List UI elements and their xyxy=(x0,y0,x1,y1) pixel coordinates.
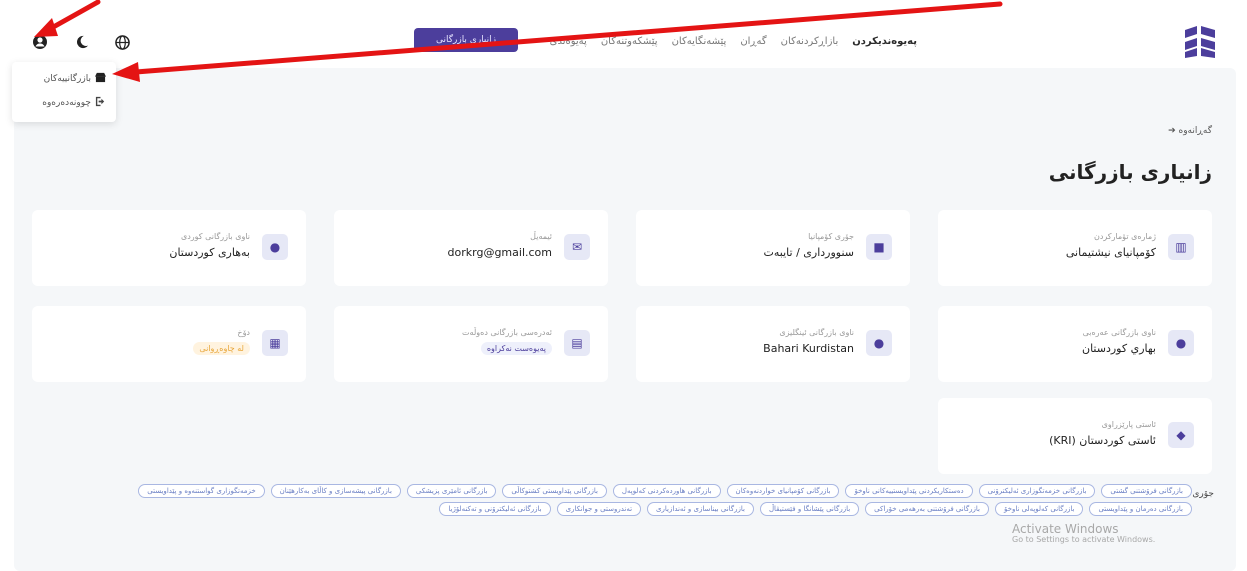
briefcase-icon: ■ xyxy=(866,234,892,260)
back-label[interactable]: گەڕانەوە xyxy=(1179,126,1213,136)
business-type-chip: بازرگانی فرۆشتنی گشتی xyxy=(1101,484,1192,498)
annotation-arrows xyxy=(34,0,1003,82)
business-type-chip: بازرگانی فرۆشتنی بەرهەمی خۆراکی xyxy=(865,502,989,516)
tag-icon: ● xyxy=(262,234,288,260)
business-type-chip: بازرگانی ئامێری پزیشکی xyxy=(406,484,497,498)
info-card-status: ▦ دۆخ لە چاوەڕوانی xyxy=(32,306,306,382)
card-value: dorkrg@gmail.com xyxy=(447,246,552,259)
info-card-english-name: ● ناوی بازرگانی ئینگلیزی Bahari Kurdista… xyxy=(636,306,910,382)
card-value: کۆمپانیای نیشتیمانی xyxy=(1065,246,1156,259)
business-type-chip: بازرگانی پێداویستی کشتوکاڵی xyxy=(502,484,607,498)
info-card-arabic-name: ● ناوی بازرگانی عەرەبی بهاري كوردستان xyxy=(938,306,1212,382)
business-type-chip: خزمەتگوزاری گواستنەوە و پێداویستی xyxy=(138,484,265,498)
card-icon: ▤ xyxy=(564,330,590,356)
business-type-chip: بازرگانی کۆمپانیای خواردنەوەکان xyxy=(726,484,840,498)
business-type-chip: بازرگانی ئەلیکترۆنی و تەکنەلۆژیا xyxy=(439,502,551,516)
info-card-email: ✉ ئیمەیڵ dorkrg@gmail.com xyxy=(334,210,608,286)
card-label: ئەدرەسی بازرگانی دەوڵەت xyxy=(462,328,552,337)
business-type-chip: بازرگانی دەرمان و پێداویستی xyxy=(1089,502,1192,516)
business-type-chip: بازرگانی هاوردەکردنی کەلوپەل xyxy=(612,484,721,498)
info-card-kurdish-name: ● ناوی بازرگانی کوردی بەهاری کوردستان xyxy=(32,210,306,286)
card-value: Bahari Kurdistan xyxy=(763,342,854,355)
card-value: بەهاری کوردستان xyxy=(169,246,250,259)
business-type-chip: بازرگانی بیناسازی و ئەندازیاری xyxy=(647,502,754,516)
card-label: ناوی بازرگانی ئینگلیزی xyxy=(779,328,854,337)
card-label: ناوی بازرگانی کوردی xyxy=(180,232,250,241)
activate-windows-watermark: Activate Windows Go to Settings to activ… xyxy=(1012,522,1156,545)
shield-icon: ◆ xyxy=(1168,422,1194,448)
watermark-subtitle: Go to Settings to activate Windows. xyxy=(1012,535,1156,545)
card-label: جۆری کۆمپانیا xyxy=(808,232,854,241)
arrow-right-icon: ➔ xyxy=(1168,126,1176,136)
business-type-chip: بازرگانی پیشەسازی و کاڵای بەکارهێنان xyxy=(270,484,401,498)
business-types-list: بازرگانی فرۆشتنی گشتی بازرگانی خزمەتگوزا… xyxy=(112,484,1192,516)
card-value: سنوورداری / تایبەت xyxy=(763,246,854,259)
info-card-company-type: ■ جۆری کۆمپانیا سنوورداری / تایبەت xyxy=(636,210,910,286)
qr-icon: ▦ xyxy=(262,330,288,356)
business-type-chip: بازرگانی خزمەتگوزاری ئەلیکترۆنی xyxy=(978,484,1096,498)
info-card-state-address: ▤ ئەدرەسی بازرگانی دەوڵەت پەیوەست نەکراو… xyxy=(334,306,608,382)
card-label: دۆخ xyxy=(237,328,250,337)
tag-icon: ● xyxy=(1168,330,1194,356)
business-type-chip: بازرگانی کەلوپەلی ناوخۆ xyxy=(995,502,1084,516)
tag-icon: ● xyxy=(866,330,892,356)
card-value: ئاستی کوردستان (KRI) xyxy=(1049,434,1156,447)
page-title: زانیاری بازرگانی xyxy=(1048,160,1212,184)
business-type-chip: دەستکاریکردنی پێداویستییەکانی ناوخۆ xyxy=(845,484,973,498)
card-label: ناوی بازرگانی عەرەبی xyxy=(1082,328,1156,337)
building-icon: ▥ xyxy=(1168,234,1194,260)
status-badge: پەیوەست نەکراوە xyxy=(480,342,552,355)
card-label: ژمارەی تۆمارکردن xyxy=(1093,232,1156,241)
business-type-chip: تەندروستی و جوانکاری xyxy=(556,502,642,516)
status-badge: لە چاوەڕوانی xyxy=(193,342,250,355)
business-type-chip: بازرگانی پێشانگا و فێستیڤاڵ xyxy=(759,502,860,516)
card-label: ئیمەیڵ xyxy=(530,232,552,241)
info-card-registration: ▥ ژمارەی تۆمارکردن کۆمپانیای نیشتیمانی xyxy=(938,210,1212,286)
card-label: ئاستی پارێزراوی xyxy=(1101,420,1156,429)
mail-icon: ✉ xyxy=(564,234,590,260)
breadcrumb[interactable]: گەڕانەوە ➔ xyxy=(1168,126,1212,136)
card-value: بهاري كوردستان xyxy=(1082,342,1156,355)
info-card-protection-level: ◆ ئاستی پارێزراوی ئاستی کوردستان (KRI) xyxy=(938,398,1212,474)
main-panel: گەڕانەوە ➔ زانیاری بازرگانی ▥ ژمارەی تۆم… xyxy=(14,68,1236,571)
